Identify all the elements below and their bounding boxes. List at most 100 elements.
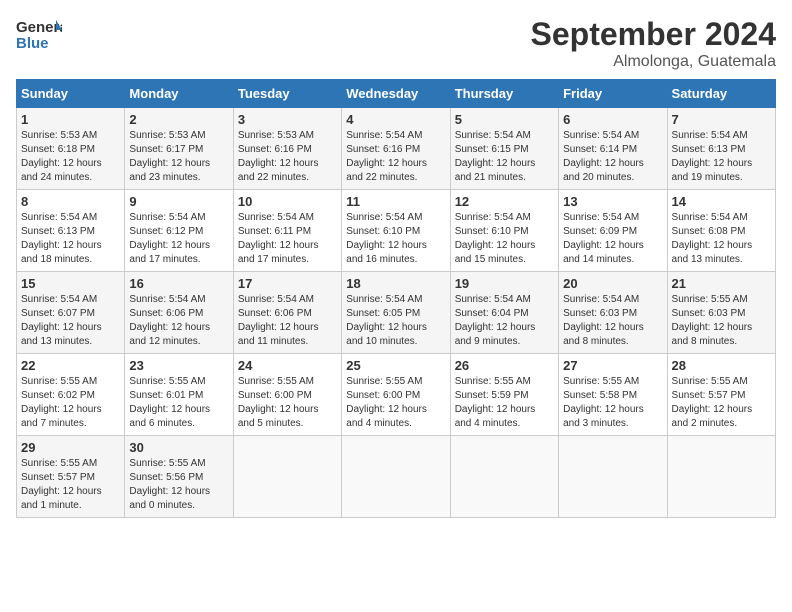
calendar-cell: 1 Sunrise: 5:53 AM Sunset: 6:18 PM Dayli… bbox=[17, 108, 125, 190]
day-number: 8 bbox=[21, 194, 120, 209]
calendar-cell: 9 Sunrise: 5:54 AM Sunset: 6:12 PM Dayli… bbox=[125, 190, 233, 272]
day-number: 3 bbox=[238, 112, 337, 127]
day-number: 12 bbox=[455, 194, 554, 209]
logo: General Blue bbox=[16, 16, 62, 54]
day-number: 7 bbox=[672, 112, 771, 127]
day-info: Sunrise: 5:54 AM Sunset: 6:04 PM Dayligh… bbox=[455, 293, 554, 349]
weekday-header: Sunday bbox=[17, 80, 125, 108]
calendar-week-row: 8 Sunrise: 5:54 AM Sunset: 6:13 PM Dayli… bbox=[17, 190, 776, 272]
calendar-cell: 25 Sunrise: 5:55 AM Sunset: 6:00 PM Dayl… bbox=[342, 354, 450, 436]
calendar-cell: 5 Sunrise: 5:54 AM Sunset: 6:15 PM Dayli… bbox=[450, 108, 558, 190]
day-number: 29 bbox=[21, 440, 120, 455]
month-title: September 2024 bbox=[531, 16, 776, 53]
calendar-cell: 4 Sunrise: 5:54 AM Sunset: 6:16 PM Dayli… bbox=[342, 108, 450, 190]
day-number: 5 bbox=[455, 112, 554, 127]
calendar-week-row: 1 Sunrise: 5:53 AM Sunset: 6:18 PM Dayli… bbox=[17, 108, 776, 190]
day-number: 24 bbox=[238, 358, 337, 373]
day-info: Sunrise: 5:54 AM Sunset: 6:03 PM Dayligh… bbox=[563, 293, 662, 349]
day-info: Sunrise: 5:55 AM Sunset: 6:01 PM Dayligh… bbox=[129, 375, 228, 431]
day-info: Sunrise: 5:54 AM Sunset: 6:07 PM Dayligh… bbox=[21, 293, 120, 349]
calendar-cell: 19 Sunrise: 5:54 AM Sunset: 6:04 PM Dayl… bbox=[450, 272, 558, 354]
calendar-cell: 18 Sunrise: 5:54 AM Sunset: 6:05 PM Dayl… bbox=[342, 272, 450, 354]
calendar-cell bbox=[450, 436, 558, 518]
day-number: 18 bbox=[346, 276, 445, 291]
calendar-cell: 28 Sunrise: 5:55 AM Sunset: 5:57 PM Dayl… bbox=[667, 354, 775, 436]
calendar-cell: 16 Sunrise: 5:54 AM Sunset: 6:06 PM Dayl… bbox=[125, 272, 233, 354]
day-info: Sunrise: 5:54 AM Sunset: 6:08 PM Dayligh… bbox=[672, 211, 771, 267]
calendar-cell: 17 Sunrise: 5:54 AM Sunset: 6:06 PM Dayl… bbox=[233, 272, 341, 354]
day-number: 22 bbox=[21, 358, 120, 373]
day-number: 2 bbox=[129, 112, 228, 127]
svg-text:Blue: Blue bbox=[16, 35, 49, 52]
calendar-table: SundayMondayTuesdayWednesdayThursdayFrid… bbox=[16, 79, 776, 518]
calendar-cell: 7 Sunrise: 5:54 AM Sunset: 6:13 PM Dayli… bbox=[667, 108, 775, 190]
day-info: Sunrise: 5:55 AM Sunset: 6:02 PM Dayligh… bbox=[21, 375, 120, 431]
day-info: Sunrise: 5:54 AM Sunset: 6:11 PM Dayligh… bbox=[238, 211, 337, 267]
day-number: 13 bbox=[563, 194, 662, 209]
calendar-cell: 30 Sunrise: 5:55 AM Sunset: 5:56 PM Dayl… bbox=[125, 436, 233, 518]
calendar-week-row: 29 Sunrise: 5:55 AM Sunset: 5:57 PM Dayl… bbox=[17, 436, 776, 518]
calendar-cell: 14 Sunrise: 5:54 AM Sunset: 6:08 PM Dayl… bbox=[667, 190, 775, 272]
weekday-header: Friday bbox=[559, 80, 667, 108]
day-info: Sunrise: 5:54 AM Sunset: 6:13 PM Dayligh… bbox=[672, 129, 771, 185]
day-number: 14 bbox=[672, 194, 771, 209]
day-info: Sunrise: 5:55 AM Sunset: 5:56 PM Dayligh… bbox=[129, 457, 228, 513]
day-number: 23 bbox=[129, 358, 228, 373]
day-info: Sunrise: 5:53 AM Sunset: 6:17 PM Dayligh… bbox=[129, 129, 228, 185]
day-info: Sunrise: 5:55 AM Sunset: 5:59 PM Dayligh… bbox=[455, 375, 554, 431]
day-number: 19 bbox=[455, 276, 554, 291]
day-number: 25 bbox=[346, 358, 445, 373]
day-number: 28 bbox=[672, 358, 771, 373]
day-info: Sunrise: 5:55 AM Sunset: 6:00 PM Dayligh… bbox=[238, 375, 337, 431]
weekday-header: Thursday bbox=[450, 80, 558, 108]
day-number: 11 bbox=[346, 194, 445, 209]
day-info: Sunrise: 5:54 AM Sunset: 6:13 PM Dayligh… bbox=[21, 211, 120, 267]
day-number: 30 bbox=[129, 440, 228, 455]
day-number: 17 bbox=[238, 276, 337, 291]
day-number: 15 bbox=[21, 276, 120, 291]
day-info: Sunrise: 5:54 AM Sunset: 6:06 PM Dayligh… bbox=[129, 293, 228, 349]
day-number: 21 bbox=[672, 276, 771, 291]
day-info: Sunrise: 5:55 AM Sunset: 5:57 PM Dayligh… bbox=[21, 457, 120, 513]
calendar-cell: 15 Sunrise: 5:54 AM Sunset: 6:07 PM Dayl… bbox=[17, 272, 125, 354]
weekday-header: Monday bbox=[125, 80, 233, 108]
day-info: Sunrise: 5:55 AM Sunset: 6:03 PM Dayligh… bbox=[672, 293, 771, 349]
day-info: Sunrise: 5:55 AM Sunset: 5:58 PM Dayligh… bbox=[563, 375, 662, 431]
calendar-cell: 8 Sunrise: 5:54 AM Sunset: 6:13 PM Dayli… bbox=[17, 190, 125, 272]
calendar-cell: 22 Sunrise: 5:55 AM Sunset: 6:02 PM Dayl… bbox=[17, 354, 125, 436]
calendar-cell: 27 Sunrise: 5:55 AM Sunset: 5:58 PM Dayl… bbox=[559, 354, 667, 436]
day-number: 9 bbox=[129, 194, 228, 209]
weekday-header: Wednesday bbox=[342, 80, 450, 108]
calendar-cell: 23 Sunrise: 5:55 AM Sunset: 6:01 PM Dayl… bbox=[125, 354, 233, 436]
weekday-header: Saturday bbox=[667, 80, 775, 108]
calendar-cell: 24 Sunrise: 5:55 AM Sunset: 6:00 PM Dayl… bbox=[233, 354, 341, 436]
day-info: Sunrise: 5:53 AM Sunset: 6:18 PM Dayligh… bbox=[21, 129, 120, 185]
location-title: Almolonga, Guatemala bbox=[531, 53, 776, 71]
svg-text:General: General bbox=[16, 19, 62, 36]
calendar-week-row: 22 Sunrise: 5:55 AM Sunset: 6:02 PM Dayl… bbox=[17, 354, 776, 436]
day-info: Sunrise: 5:54 AM Sunset: 6:06 PM Dayligh… bbox=[238, 293, 337, 349]
day-number: 27 bbox=[563, 358, 662, 373]
weekday-header: Tuesday bbox=[233, 80, 341, 108]
calendar-cell: 26 Sunrise: 5:55 AM Sunset: 5:59 PM Dayl… bbox=[450, 354, 558, 436]
logo-svg: General Blue bbox=[16, 16, 62, 54]
calendar-cell bbox=[342, 436, 450, 518]
header-row: SundayMondayTuesdayWednesdayThursdayFrid… bbox=[17, 80, 776, 108]
calendar-week-row: 15 Sunrise: 5:54 AM Sunset: 6:07 PM Dayl… bbox=[17, 272, 776, 354]
header: General Blue September 2024 Almolonga, G… bbox=[16, 16, 776, 71]
day-info: Sunrise: 5:54 AM Sunset: 6:15 PM Dayligh… bbox=[455, 129, 554, 185]
day-info: Sunrise: 5:53 AM Sunset: 6:16 PM Dayligh… bbox=[238, 129, 337, 185]
calendar-cell: 6 Sunrise: 5:54 AM Sunset: 6:14 PM Dayli… bbox=[559, 108, 667, 190]
day-info: Sunrise: 5:55 AM Sunset: 6:00 PM Dayligh… bbox=[346, 375, 445, 431]
day-number: 1 bbox=[21, 112, 120, 127]
day-info: Sunrise: 5:54 AM Sunset: 6:12 PM Dayligh… bbox=[129, 211, 228, 267]
day-info: Sunrise: 5:54 AM Sunset: 6:09 PM Dayligh… bbox=[563, 211, 662, 267]
day-info: Sunrise: 5:54 AM Sunset: 6:05 PM Dayligh… bbox=[346, 293, 445, 349]
day-info: Sunrise: 5:54 AM Sunset: 6:10 PM Dayligh… bbox=[455, 211, 554, 267]
day-number: 20 bbox=[563, 276, 662, 291]
calendar-cell bbox=[667, 436, 775, 518]
day-info: Sunrise: 5:54 AM Sunset: 6:14 PM Dayligh… bbox=[563, 129, 662, 185]
title-area: September 2024 Almolonga, Guatemala bbox=[531, 16, 776, 71]
day-number: 4 bbox=[346, 112, 445, 127]
calendar-cell bbox=[233, 436, 341, 518]
